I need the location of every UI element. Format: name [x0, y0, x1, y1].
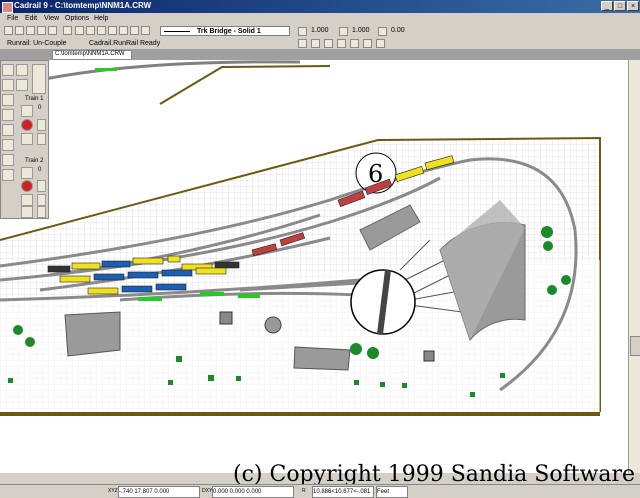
- small-shed-2: [423, 350, 435, 362]
- building-left: [64, 311, 121, 357]
- train1-label: Train 1: [25, 96, 44, 102]
- window-title: Cadrail 9 - C:\tomtemp\NNM1A.CRW: [14, 1, 152, 10]
- track-tool-6-icon[interactable]: [363, 39, 372, 48]
- ready-status: Cadrail.RunRail Ready: [89, 40, 161, 47]
- line-style-icon: [164, 31, 190, 32]
- minimize-button[interactable]: _: [601, 1, 613, 11]
- selected-track-segment: [95, 68, 117, 71]
- train1-throttle-icon[interactable]: [21, 105, 33, 117]
- title-bar: Cadrail 9 - C:\tomtemp\NNM1A.CRW _ □ ×: [0, 0, 640, 13]
- layer-name: Trk Bridge - Solid 1: [197, 28, 261, 35]
- train2-more-icon[interactable]: [37, 206, 46, 218]
- train2-down-icon[interactable]: [37, 194, 46, 206]
- train1-down-icon[interactable]: [37, 133, 46, 145]
- maximize-button[interactable]: □: [614, 1, 626, 11]
- menu-view[interactable]: View: [44, 15, 59, 22]
- scale-value-b[interactable]: 1.000: [352, 27, 370, 34]
- palette-fill-icon[interactable]: [2, 154, 14, 166]
- help-icon[interactable]: [48, 26, 57, 35]
- units-readout: Feet: [376, 486, 408, 498]
- train2-label: Train 2: [25, 158, 44, 164]
- palette-text-icon[interactable]: [16, 79, 28, 91]
- water-tank: [264, 316, 282, 334]
- save-icon[interactable]: [26, 26, 35, 35]
- palette-arc-icon[interactable]: [2, 94, 14, 106]
- track-tool-1-icon[interactable]: [298, 39, 307, 48]
- train2-speed: 0: [38, 167, 42, 173]
- zoom-all-icon[interactable]: [75, 26, 84, 35]
- palette-dimension-icon[interactable]: [2, 124, 14, 136]
- zoom-window-icon[interactable]: [63, 26, 72, 35]
- train2-direction-icon[interactable]: [21, 194, 33, 206]
- track-tool-7-icon[interactable]: [376, 39, 385, 48]
- train1-stop-button[interactable]: [21, 119, 33, 131]
- line-weight-icon[interactable]: [298, 27, 307, 36]
- dxyz-readout: 0.000 0.000 0.000: [212, 486, 294, 498]
- small-shed: [219, 311, 233, 325]
- train1-up-icon[interactable]: [37, 119, 46, 131]
- open-file-icon[interactable]: [15, 26, 24, 35]
- palette-turnout-icon[interactable]: [16, 64, 28, 76]
- track-tool-3-icon[interactable]: [324, 39, 333, 48]
- scale-value-a[interactable]: 1.000: [311, 27, 329, 34]
- train2-throttle-icon[interactable]: [21, 167, 33, 179]
- vertical-scrollbar[interactable]: [628, 60, 640, 473]
- train2-up-icon[interactable]: [37, 180, 46, 192]
- layout-drawing: 6: [0, 60, 601, 416]
- redraw-icon[interactable]: [130, 26, 139, 35]
- palette-track-icon[interactable]: [2, 64, 14, 76]
- pan-icon[interactable]: [86, 26, 95, 35]
- rel-readout: 10.886<10.677<-.081: [312, 486, 374, 498]
- print-icon[interactable]: [37, 26, 46, 35]
- rel-label: R: [302, 488, 306, 494]
- palette-train-icon[interactable]: [32, 64, 46, 94]
- menu-bar: File Edit View Options Help: [0, 14, 640, 25]
- train2-reverse-icon[interactable]: [21, 206, 33, 218]
- zoom-previous-icon[interactable]: [119, 26, 128, 35]
- document-tab[interactable]: C:\tomtemp\NNM1A.CRW: [52, 50, 132, 60]
- runrail-status: Runrail: Un-Couple: [7, 40, 67, 47]
- layer-selector[interactable]: Trk Bridge - Solid 1: [160, 26, 290, 36]
- angle-value[interactable]: 0.00: [391, 27, 405, 34]
- new-file-icon[interactable]: [4, 26, 13, 35]
- status-bar: XYZ -.740 17.807 0.000 DXYZ 0.000 0.000 …: [0, 484, 640, 498]
- menu-options[interactable]: Options: [65, 15, 89, 22]
- benchwork-edge-bottom: [0, 412, 600, 416]
- track-tool-2-icon[interactable]: [311, 39, 320, 48]
- palette-grade-icon[interactable]: [2, 139, 14, 151]
- zoom-in-icon[interactable]: [97, 26, 106, 35]
- menu-file[interactable]: File: [7, 15, 18, 22]
- menu-help[interactable]: Help: [94, 15, 108, 22]
- building-bottom: [293, 346, 351, 371]
- refresh-icon[interactable]: [141, 26, 150, 35]
- palette-layer-icon[interactable]: [2, 169, 14, 181]
- xyz-readout: -.740 17.807 0.000: [118, 486, 200, 498]
- palette-pencil-icon[interactable]: [2, 109, 14, 121]
- menu-edit[interactable]: Edit: [25, 15, 37, 22]
- line-scale-icon[interactable]: [339, 27, 348, 36]
- train1-speed: 0: [38, 105, 42, 111]
- palette-line-icon[interactable]: [2, 79, 14, 91]
- track-tool-5-icon[interactable]: [350, 39, 359, 48]
- track-tool-4-icon[interactable]: [337, 39, 346, 48]
- train2-stop-button[interactable]: [21, 180, 33, 192]
- tool-palette: Train 1 0 Train 2 0: [0, 60, 49, 219]
- scroll-thumb[interactable]: [630, 336, 640, 356]
- zoom-out-icon[interactable]: [108, 26, 117, 35]
- xyz-label: XYZ: [108, 488, 118, 494]
- angle-icon[interactable]: [378, 27, 387, 36]
- close-button[interactable]: ×: [627, 1, 639, 11]
- train1-direction-icon[interactable]: [21, 133, 33, 145]
- app-icon: [2, 2, 13, 13]
- drawing-canvas[interactable]: 6: [0, 60, 628, 473]
